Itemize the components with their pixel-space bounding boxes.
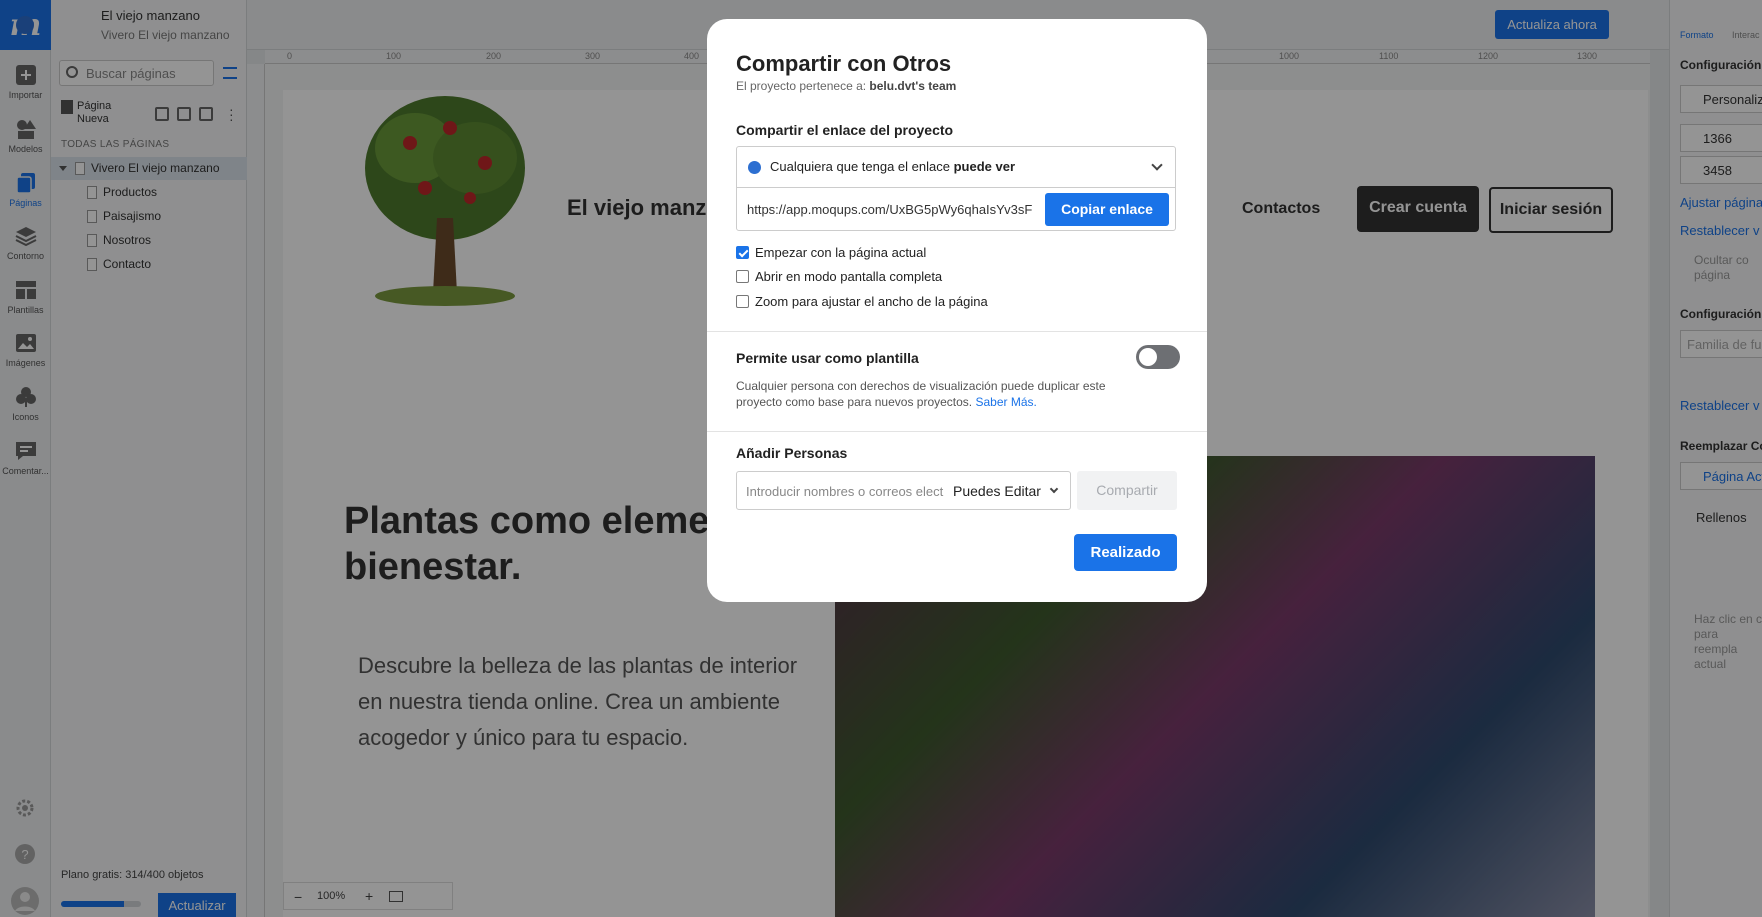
learn-more-link[interactable]: Saber Más. <box>975 395 1036 409</box>
template-toggle[interactable] <box>1136 345 1180 369</box>
link-url-field[interactable]: https://app.moqups.com/UxBG5pWy6qhaIsYv3… <box>738 189 1042 230</box>
access-dropdown[interactable]: Cualquiera que tenga el enlace puede ver <box>737 147 1175 188</box>
checkbox[interactable] <box>736 295 749 308</box>
checkbox[interactable] <box>736 270 749 283</box>
share-dialog: Compartir con Otros El proyecto pertenec… <box>707 19 1207 602</box>
globe-icon <box>748 161 761 174</box>
share-link-heading: Compartir el enlace del proyecto <box>736 122 954 138</box>
chevron-down-icon <box>1049 484 1059 494</box>
option-start-current-page[interactable]: Empezar con la página actual <box>736 245 926 260</box>
people-input[interactable]: Introducir nombres o correos elect <box>746 484 944 499</box>
owner-text: El proyecto pertenece a: belu.dvt's team <box>736 79 957 93</box>
share-link-box: Cualquiera que tenga el enlace puede ver… <box>736 146 1176 231</box>
divider <box>707 431 1207 432</box>
share-button[interactable]: Compartir <box>1077 471 1177 510</box>
option-fullscreen[interactable]: Abrir en modo pantalla completa <box>736 269 942 284</box>
copy-link-button[interactable]: Copiar enlace <box>1045 193 1169 226</box>
toggle-knob <box>1139 348 1157 366</box>
done-button[interactable]: Realizado <box>1074 534 1177 571</box>
chevron-down-icon <box>1151 159 1163 171</box>
divider <box>707 331 1207 332</box>
add-people-heading: Añadir Personas <box>736 445 848 461</box>
checkbox-checked[interactable] <box>736 246 749 259</box>
template-heading: Permite usar como plantilla <box>736 350 919 366</box>
template-description: Cualquier persona con derechos de visual… <box>736 379 1106 409</box>
dialog-title: Compartir con Otros <box>736 51 952 76</box>
people-input-group: Introducir nombres o correos elect Puede… <box>736 471 1071 510</box>
role-dropdown[interactable]: Puedes Editar <box>953 483 1041 499</box>
option-zoom-fit-width[interactable]: Zoom para ajustar el ancho de la página <box>736 294 988 309</box>
